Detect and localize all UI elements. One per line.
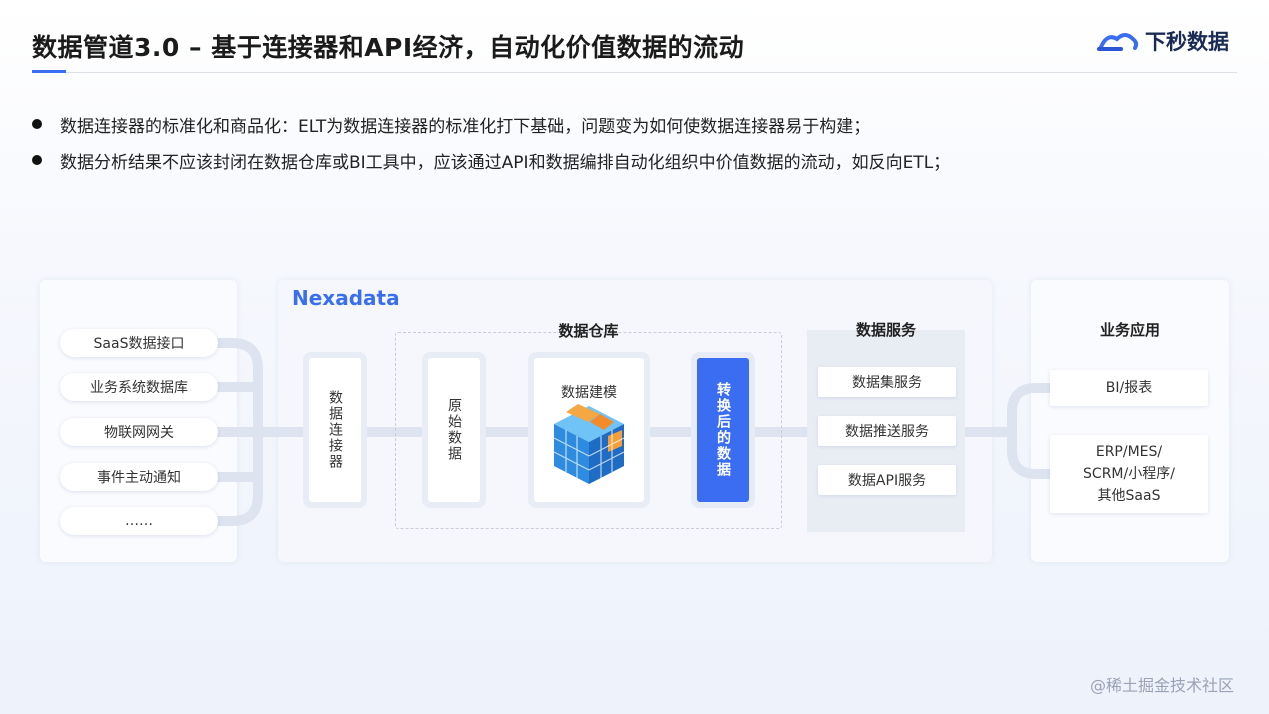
source-saas-api: SaaS数据接口	[60, 329, 218, 357]
data-modeling-label: 数据建模	[561, 385, 617, 401]
transformed-data-box: 转换后的数据	[697, 358, 749, 502]
data-services-title: 数据服务	[855, 321, 916, 339]
data-push-service: 数据推送服务	[818, 416, 956, 446]
raw-data-box: 原始数据	[428, 358, 480, 502]
app-erp-mes-scrm: ERP/MES/ SCRM/小程序/ 其他SaaS	[1050, 435, 1208, 513]
business-apps-title: 业务应用	[1099, 321, 1160, 339]
data-api-service: 数据API服务	[818, 465, 956, 495]
data-connector-box: 数据连接器	[309, 358, 361, 502]
dataset-service: 数据集服务	[818, 367, 956, 397]
source-iot-gateway: 物联网网关	[60, 418, 218, 446]
data-cube-icon	[553, 404, 625, 484]
source-business-db: 业务系统数据库	[60, 373, 218, 401]
source-event-notify: 事件主动通知	[60, 463, 218, 491]
source-more: ……	[60, 507, 218, 535]
watermark: @稀土掘金技术社区	[1090, 676, 1235, 695]
data-modeling-box: 数据建模	[534, 358, 644, 502]
app-bi-reports: BI/报表	[1050, 370, 1208, 406]
nexadata-label: Nexadata	[292, 286, 400, 310]
data-warehouse-title: 数据仓库	[558, 322, 619, 340]
